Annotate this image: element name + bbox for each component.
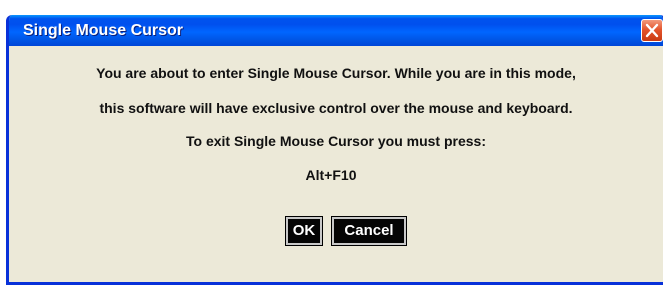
ok-button[interactable]: OK	[285, 216, 323, 246]
message-line-2: this software will have exclusive contro…	[99, 100, 573, 116]
cancel-button[interactable]: Cancel	[331, 216, 407, 246]
close-icon	[645, 23, 659, 38]
dialog-title: Single Mouse Cursor	[23, 22, 184, 39]
close-button[interactable]	[641, 19, 663, 42]
message-line-3: To exit Single Mouse Cursor you must pre…	[185, 133, 486, 149]
dialog-body: You are about to enter Single Mouse Curs…	[9, 46, 663, 282]
title-bar[interactable]: Single Mouse Cursor	[9, 15, 663, 46]
dialog-window: Single Mouse Cursor You are about to ent…	[6, 15, 663, 285]
message-line-1: You are about to enter Single Mouse Curs…	[96, 65, 576, 81]
shortcut-text: Alt+F10	[305, 167, 357, 183]
